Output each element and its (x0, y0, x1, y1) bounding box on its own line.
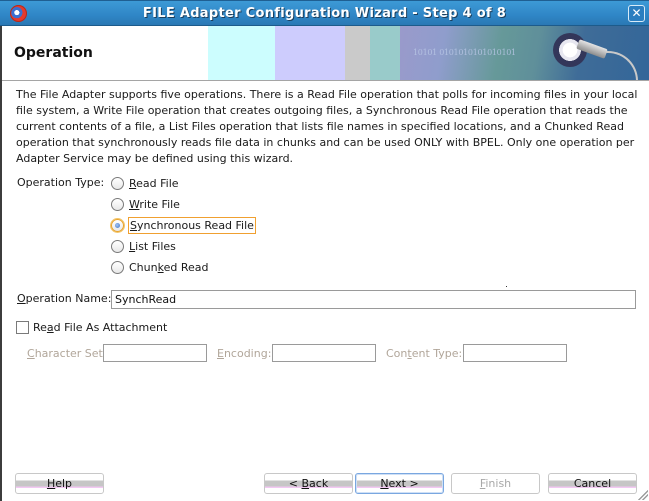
finish-button[interactable]: Finish (451, 473, 540, 494)
read-file-as-attachment-label[interactable]: Read File As Attachment (33, 321, 167, 334)
radio-read-file[interactable]: Read File (111, 175, 180, 191)
radio-button[interactable] (111, 197, 124, 211)
radio-button[interactable] (111, 239, 124, 253)
next-button[interactable]: Next > (355, 473, 444, 494)
resize-grip-icon[interactable] (638, 490, 648, 500)
radio-chunked-read[interactable]: Chunked Read (111, 259, 209, 275)
encoding-label: Encoding: (217, 347, 272, 360)
back-button[interactable]: < Back (264, 473, 353, 494)
close-icon: ✕ (631, 6, 642, 20)
banner-stripe (345, 26, 370, 80)
banner-stripe (370, 26, 400, 80)
radio-button-selected[interactable] (111, 218, 124, 232)
radio-button[interactable] (111, 260, 124, 274)
wizard-header: Operation 10101 0101010101010101 (0, 26, 649, 81)
character-set-label: Character Set: (27, 347, 107, 360)
operation-type-label: Operation Type: (17, 176, 105, 189)
radio-label: List Files (129, 239, 176, 253)
radio-list-files[interactable]: List Files (111, 238, 177, 254)
banner-stripe (275, 26, 345, 80)
title-bar[interactable]: FILE Adapter Configuration Wizard - Step… (0, 0, 649, 26)
read-file-as-attachment-checkbox[interactable] (16, 321, 29, 334)
cancel-button[interactable]: Cancel (548, 473, 637, 494)
radio-label: Read File (129, 176, 179, 190)
encoding-input[interactable] (272, 344, 376, 362)
operation-name-input[interactable] (111, 290, 636, 309)
window-title: FILE Adapter Configuration Wizard - Step… (142, 6, 507, 21)
help-button[interactable]: Help (15, 473, 104, 494)
page-title: Operation (14, 45, 93, 61)
operation-name-label: Operation Name: (17, 292, 112, 305)
banner-stripe (208, 26, 275, 80)
radio-write-file[interactable]: Write File (111, 196, 181, 212)
artifact-dot (506, 286, 507, 287)
close-button[interactable]: ✕ (628, 5, 645, 22)
radio-synchronous-read-file[interactable]: Synchronous Read File (111, 216, 256, 234)
character-set-input[interactable] (103, 344, 207, 362)
radio-label: Write File (129, 197, 180, 211)
content-type-input[interactable] (463, 344, 567, 362)
radio-button[interactable] (111, 176, 124, 190)
radio-label: Synchronous Read File (128, 216, 256, 234)
window-frame (0, 26, 2, 501)
description-text: The File Adapter supports five operation… (16, 88, 638, 165)
content-type-label: Content Type: (386, 347, 463, 360)
banner-binary-text: 10101 0101010101010101 (413, 48, 516, 57)
radio-label: Chunked Read (129, 260, 209, 274)
header-banner: 10101 0101010101010101 (208, 26, 649, 80)
